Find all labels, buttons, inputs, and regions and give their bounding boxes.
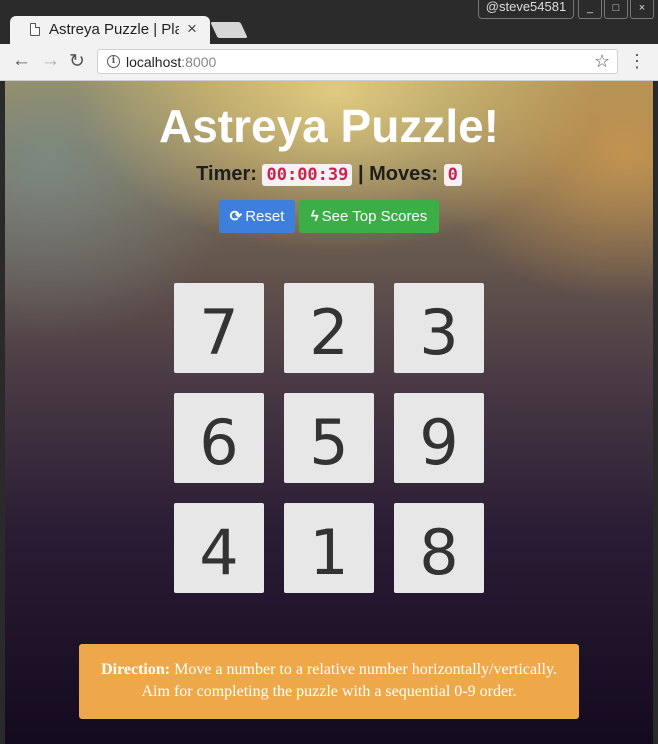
direction-box: Direction: Move a number to a relative n… bbox=[79, 644, 579, 719]
url-port: :8000 bbox=[181, 54, 217, 70]
puzzle-tile[interactable]: 6 bbox=[174, 393, 264, 483]
moves-label: Moves: bbox=[369, 163, 439, 185]
puzzle-tile[interactable]: 7 bbox=[174, 283, 264, 373]
browser-tab[interactable]: Astreya Puzzle | Pla × bbox=[10, 16, 210, 44]
address-bar[interactable]: i localhost:8000 ☆ bbox=[97, 49, 618, 74]
reset-button[interactable]: ⟳ Reset bbox=[219, 200, 295, 233]
bookmark-star-icon[interactable]: ☆ bbox=[594, 51, 610, 72]
puzzle-tile[interactable]: 5 bbox=[284, 393, 374, 483]
new-tab-button[interactable] bbox=[210, 22, 248, 38]
url-host: localhost bbox=[126, 54, 182, 70]
refresh-icon: ⟳ bbox=[229, 208, 243, 225]
reset-label: Reset bbox=[245, 208, 285, 225]
profile-badge[interactable]: @steve54581 bbox=[478, 0, 574, 19]
tab-close-icon[interactable]: × bbox=[187, 19, 197, 39]
forward-icon[interactable]: → bbox=[41, 50, 60, 72]
close-window-button[interactable]: × bbox=[630, 0, 654, 19]
puzzle-tile[interactable]: 9 bbox=[394, 393, 484, 483]
timer-label: Timer: bbox=[196, 163, 257, 185]
browser-menu-icon[interactable]: ⋮ bbox=[628, 51, 646, 72]
browser-titlebar: Astreya Puzzle | Pla × @steve54581 _ □ × bbox=[0, 0, 658, 44]
direction-label: Direction: bbox=[101, 661, 171, 678]
moves-value: 0 bbox=[443, 164, 462, 186]
direction-text-line1: Move a number to a relative number horiz… bbox=[174, 661, 557, 678]
back-icon[interactable]: ← bbox=[12, 50, 31, 72]
tab-title: Astreya Puzzle | Pla bbox=[49, 21, 179, 38]
page-content: Astreya Puzzle! Timer: 00:00:39 | Moves:… bbox=[5, 81, 653, 744]
browser-toolbar: ← → ↻ i localhost:8000 ☆ ⋮ bbox=[0, 44, 658, 81]
page-title: Astreya Puzzle! bbox=[158, 100, 499, 152]
top-scores-button[interactable]: ϟ See Top Scores bbox=[299, 200, 439, 233]
puzzle-tile[interactable]: 1 bbox=[284, 503, 374, 593]
puzzle-tile[interactable]: 8 bbox=[394, 503, 484, 593]
maximize-button[interactable]: □ bbox=[604, 0, 628, 19]
puzzle-tile[interactable]: 2 bbox=[284, 283, 374, 373]
bolt-icon: ϟ bbox=[310, 208, 319, 225]
puzzle-tile[interactable]: 4 bbox=[174, 503, 264, 593]
stats-separator: | bbox=[357, 163, 364, 185]
top-scores-label: See Top Scores bbox=[321, 208, 428, 225]
reload-icon[interactable]: ↻ bbox=[69, 50, 85, 73]
document-icon bbox=[30, 23, 40, 36]
game-stats: Timer: 00:00:39 | Moves: 0 bbox=[5, 163, 653, 186]
url-text: localhost:8000 bbox=[126, 54, 216, 70]
info-icon[interactable]: i bbox=[107, 55, 120, 68]
minimize-button[interactable]: _ bbox=[578, 0, 602, 19]
direction-text-line2: Aim for completing the puzzle with a seq… bbox=[141, 683, 517, 700]
timer-value: 00:00:39 bbox=[262, 164, 353, 186]
puzzle-tile[interactable]: 3 bbox=[394, 283, 484, 373]
